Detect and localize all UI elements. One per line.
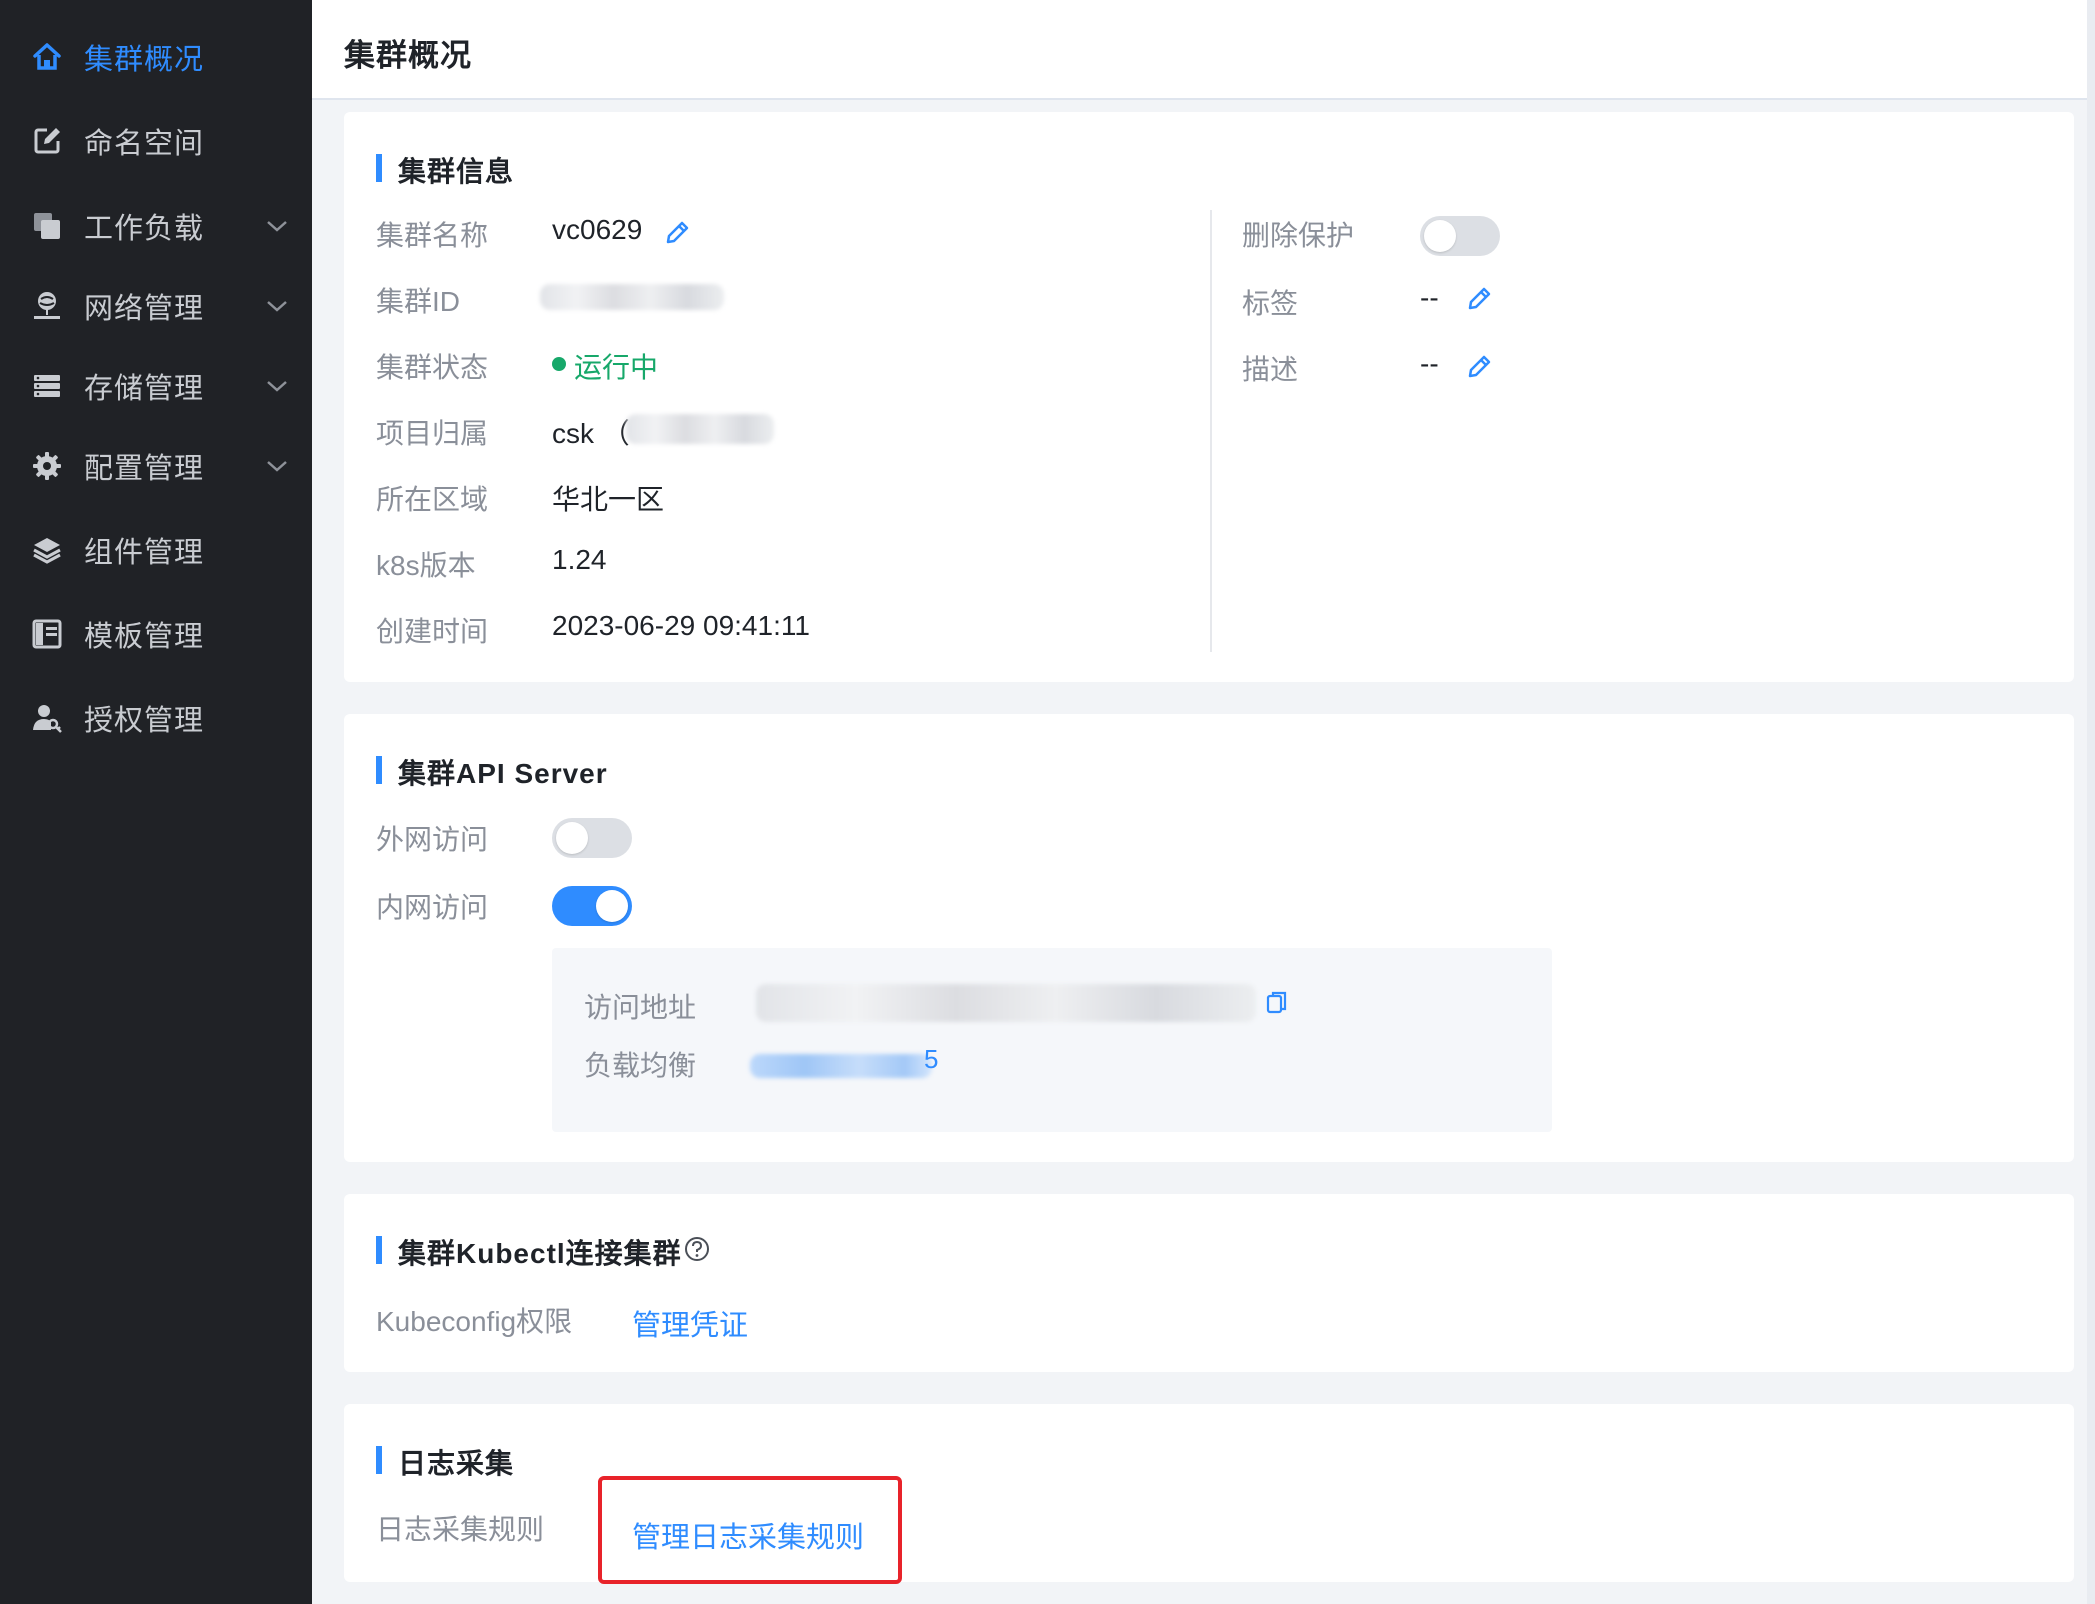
user-key-icon (30, 701, 64, 735)
edit-tags-icon[interactable] (1464, 284, 1494, 314)
sidebar-item-label: 配置管理 (84, 453, 205, 485)
sidebar-item-label: 授权管理 (84, 705, 205, 737)
sidebar-item-component[interactable]: 组件管理 (0, 508, 312, 592)
api-server-card: 集群API Server 外网访问 内网访问 访问地址 负载均衡 5 (344, 714, 2074, 1162)
template-icon (30, 617, 64, 651)
tags-label: 标签 (1242, 288, 1299, 319)
k8s-version-label: k8s版本 (376, 550, 476, 581)
sidebar-item-authorization[interactable]: 授权管理 (0, 676, 312, 760)
cluster-name-value: vc0629 (552, 214, 643, 245)
sidebar-item-label: 模板管理 (84, 621, 205, 653)
network-icon (30, 289, 64, 323)
created-time-label: 创建时间 (376, 616, 489, 647)
section-title: 集群信息 (376, 150, 514, 190)
public-access-label: 外网访问 (376, 824, 489, 855)
sidebar-item-namespace[interactable]: 命名空间 (0, 99, 312, 183)
sidebar-item-label: 网络管理 (84, 293, 205, 325)
section-title: 集群Kubectl连接集群 (376, 1232, 682, 1272)
section-title: 集群API Server (376, 752, 608, 792)
sidebar-item-cluster-overview[interactable]: 集群概况 (0, 15, 312, 99)
edit-name-icon[interactable] (662, 218, 692, 248)
help-icon[interactable] (682, 1234, 712, 1264)
project-value: csk （ (552, 418, 630, 449)
sidebar-item-network[interactable]: 网络管理 (0, 264, 312, 348)
created-time-value: 2023-06-29 09:41:11 (552, 610, 810, 641)
chevron-down-icon (262, 451, 292, 481)
kubeconfig-permission-label: Kubeconfig权限 (376, 1306, 573, 1337)
sidebar-item-config[interactable]: 配置管理 (0, 424, 312, 508)
project-label: 项目归属 (376, 418, 489, 449)
load-balancer-redacted[interactable] (750, 1054, 932, 1078)
cluster-status-label: 集群状态 (376, 352, 489, 383)
description-label: 描述 (1242, 354, 1299, 385)
load-balancer-label: 负载均衡 (584, 1050, 697, 1081)
region-value: 华北一区 (552, 484, 665, 515)
tags-value: -- (1420, 282, 1439, 313)
private-access-toggle[interactable] (552, 886, 632, 926)
column-divider (1210, 210, 1212, 652)
cluster-status-value: 运行中 (574, 352, 659, 383)
scrollbar[interactable] (2087, 0, 2095, 1604)
highlight-annotation (598, 1476, 902, 1584)
project-id-redacted (626, 414, 774, 444)
sidebar-item-label: 集群概况 (84, 44, 205, 76)
layers-icon (30, 209, 64, 243)
region-label: 所在区域 (376, 484, 489, 515)
public-access-toggle[interactable] (552, 818, 632, 858)
edit-description-icon[interactable] (1464, 352, 1494, 382)
delete-protection-label: 删除保护 (1242, 220, 1355, 251)
private-access-label: 内网访问 (376, 892, 489, 923)
gear-icon (30, 449, 64, 483)
sidebar-item-label: 工作负载 (84, 213, 205, 245)
chevron-down-icon (262, 211, 292, 241)
chevron-down-icon (262, 371, 292, 401)
access-address-redacted (756, 984, 1256, 1022)
access-address-label: 访问地址 (584, 992, 697, 1023)
sidebar-item-label: 组件管理 (84, 537, 205, 569)
cluster-info-card: 集群信息 集群名称 vc0629 集群ID 集群状态 运行中 项目归属 csk … (344, 112, 2074, 682)
description-value: -- (1420, 348, 1439, 379)
page-title: 集群概况 (344, 38, 472, 73)
sidebar-item-label: 命名空间 (84, 128, 205, 160)
section-title: 日志采集 (376, 1442, 514, 1482)
sidebar-item-label: 存储管理 (84, 373, 205, 405)
k8s-version-value: 1.24 (552, 544, 607, 575)
status-dot-icon (552, 357, 566, 371)
edit-box-icon (30, 124, 64, 158)
sidebar-item-workload[interactable]: 工作负载 (0, 184, 312, 268)
cluster-id-label: 集群ID (376, 286, 461, 317)
manage-credentials-link[interactable]: 管理凭证 (632, 1302, 748, 1344)
kubectl-card: 集群Kubectl连接集群 Kubeconfig权限 管理凭证 (344, 1194, 2074, 1372)
copy-icon[interactable] (1264, 988, 1290, 1018)
cluster-name-label: 集群名称 (376, 220, 489, 251)
sidebar: 集群概况 命名空间 工作负载 网络管理 存储管理 配置管理 组件管理 模板管理 … (0, 0, 312, 1604)
page-header: 集群概况 (312, 0, 2095, 100)
home-icon (30, 40, 64, 74)
sidebar-item-template[interactable]: 模板管理 (0, 592, 312, 676)
app-root: 集群概况 命名空间 工作负载 网络管理 存储管理 配置管理 组件管理 模板管理 … (0, 0, 2095, 1604)
chevron-down-icon (262, 291, 292, 321)
log-rules-label: 日志采集规则 (376, 1514, 545, 1545)
sidebar-item-storage[interactable]: 存储管理 (0, 344, 312, 428)
log-collection-card: 日志采集 日志采集规则 管理日志采集规则 (344, 1404, 2074, 1584)
private-access-detail-box: 访问地址 负载均衡 5 (552, 948, 1552, 1132)
stack-icon (30, 533, 64, 567)
storage-icon (30, 369, 64, 403)
cluster-id-redacted (540, 284, 724, 310)
load-balancer-link[interactable]: 5 (924, 1044, 938, 1075)
delete-protection-toggle[interactable] (1420, 216, 1500, 256)
